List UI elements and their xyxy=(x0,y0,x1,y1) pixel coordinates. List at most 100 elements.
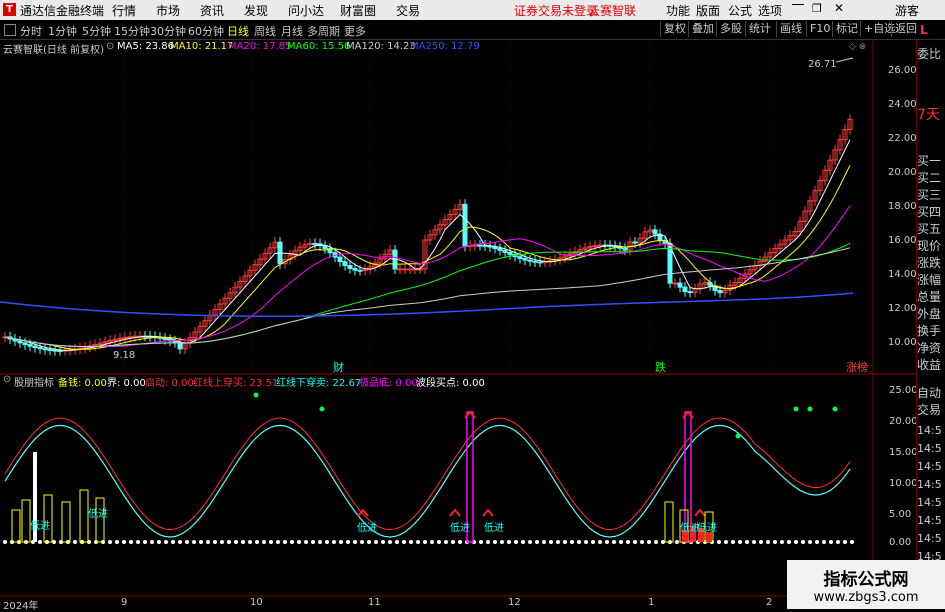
mark-button[interactable]: 标记 xyxy=(832,21,861,37)
menu-quotes[interactable]: 行情 xyxy=(112,2,136,19)
y-tick-20: 20.00 xyxy=(888,167,917,178)
adjust-button[interactable]: 复权 xyxy=(660,21,689,37)
menu-formula[interactable]: 公式 xyxy=(728,2,752,19)
period-weekly[interactable]: 周线 xyxy=(254,23,276,39)
indicator-settings-icon[interactable]: ⊙ xyxy=(3,374,11,385)
trade-time-label: 14:5 xyxy=(917,478,942,491)
trade-time-label: 14:5 xyxy=(917,442,942,455)
period-toolbar: 分时 1分钟 5分钟 15分钟 30分钟 60分钟 日线 周线 月线 多周期 更… xyxy=(0,20,945,40)
menu-layout[interactable]: 版面 xyxy=(696,2,720,19)
x-tick-2: 2 xyxy=(766,597,773,608)
menu-function[interactable]: 功能 xyxy=(666,2,690,19)
ind-y-tick-15: 15.00 xyxy=(889,447,918,458)
low-entry-label: 低进 xyxy=(30,521,50,532)
chart-canvas xyxy=(0,40,916,600)
ind-y-tick-20: 20.00 xyxy=(889,416,918,427)
menu-discover[interactable]: 发现 xyxy=(244,2,268,19)
period-5min[interactable]: 5分钟 xyxy=(82,23,111,39)
menu-ask[interactable]: 问小达 xyxy=(288,2,324,19)
indicator-title: 股朋指标 xyxy=(14,378,54,389)
ind-y-tick-5: 5.00 xyxy=(889,509,912,520)
menu-wealth[interactable]: 财富圈 xyxy=(340,2,376,19)
period-multi[interactable]: 多周期 xyxy=(307,23,340,39)
minimize-icon[interactable] xyxy=(792,4,804,5)
x-tick-12: 12 xyxy=(508,597,521,608)
restore-icon[interactable]: ❐ xyxy=(812,2,822,15)
event-label-zhangbang[interactable]: 涨榜 xyxy=(846,359,868,375)
multi-stock-button[interactable]: 多股 xyxy=(716,21,745,37)
event-label-die[interactable]: 跌 xyxy=(655,359,666,375)
f10-button[interactable]: F10 xyxy=(806,21,833,37)
ind-value-red-down: 红线下穿卖: 22.67 xyxy=(276,378,362,389)
period-monthly[interactable]: 月线 xyxy=(281,23,303,39)
quote-field-label: 涨幅 xyxy=(917,273,942,287)
ma-lines xyxy=(0,57,854,351)
seven-day-label[interactable]: 7天 xyxy=(917,104,945,124)
low-entry-label: 低进 xyxy=(697,523,717,534)
quote-field-label: 买四 xyxy=(917,205,942,219)
auto-trade-label-2[interactable]: 交易 xyxy=(917,401,945,418)
user-label[interactable]: 游客 xyxy=(895,2,919,19)
period-15min[interactable]: 15分钟 xyxy=(114,23,150,39)
quote-field-label: 涨跌 xyxy=(917,256,942,270)
event-label-cai[interactable]: 财 xyxy=(333,359,344,375)
y-tick-10: 10.00 xyxy=(888,337,917,348)
level-l-badge[interactable]: L xyxy=(920,23,945,37)
site-watermark: 指标公式网 www.zbgs3.com xyxy=(787,560,945,609)
low-entry-label: 低进 xyxy=(357,523,377,534)
stats-button[interactable]: 统计 xyxy=(745,21,774,37)
ind-y-tick-0: 0.00 xyxy=(889,537,912,548)
quote-field-label: 净资 xyxy=(917,341,942,355)
trade-time-label: 14:5 xyxy=(917,514,942,527)
low-price-marker: 9.18 xyxy=(113,350,136,361)
main-grid xyxy=(0,40,916,600)
quote-field-label: 买三 xyxy=(917,188,942,202)
quote-field-label: 现价 xyxy=(917,239,942,253)
menu-market[interactable]: 市场 xyxy=(156,2,180,19)
period-more[interactable]: 更多 xyxy=(344,23,366,39)
x-tick-10: 10 xyxy=(250,597,263,608)
overlay-button[interactable]: 叠加 xyxy=(688,21,717,37)
close-icon[interactable]: ✕ xyxy=(834,1,844,15)
ind-y-tick-10: 10.00 xyxy=(889,478,918,489)
y-tick-18: 18.00 xyxy=(888,201,917,212)
y-tick-24: 24.00 xyxy=(888,99,917,110)
y-tick-16: 16.00 xyxy=(888,235,917,246)
high-price-marker: 26.71 xyxy=(808,59,837,70)
watermark-title: 指标公式网 xyxy=(823,570,909,590)
quote-field-label: 外盘 xyxy=(917,307,942,321)
trade-time-label: 14:5 xyxy=(917,460,942,473)
x-tick-1: 1 xyxy=(648,597,655,608)
login-status[interactable]: 证券交易未登录 xyxy=(514,2,598,19)
ind-value-red-up: 红线上穿买: 23.51 xyxy=(193,378,279,389)
ind-value-qidong: 启动: 0.00 xyxy=(145,378,194,389)
period-60min[interactable]: 60分钟 xyxy=(188,23,224,39)
stock-name-label: 云赛智联 xyxy=(588,4,637,18)
ind-value-jie: 界: 0.00 xyxy=(107,378,146,389)
period-daily[interactable]: 日线 xyxy=(227,23,249,39)
draw-button[interactable]: 画线 xyxy=(776,21,805,37)
period-1min[interactable]: 1分钟 xyxy=(48,23,77,39)
period-30min[interactable]: 30分钟 xyxy=(150,23,186,39)
sidebar-toggle-icon[interactable] xyxy=(4,24,16,36)
y-tick-22: 22.00 xyxy=(888,133,917,144)
menu-trade[interactable]: 交易 xyxy=(396,2,420,19)
y-tick-26: 26.00 xyxy=(888,65,917,76)
back-button[interactable]: 返回 xyxy=(891,21,920,37)
menu-news[interactable]: 资讯 xyxy=(200,2,224,19)
period-tick[interactable]: 分时 xyxy=(20,23,42,39)
y-tick-14: 14.00 xyxy=(888,269,917,280)
title-bar: T 通达信金融终端 行情 市场 资讯 发现 问小达 财富圈 交易 证券交易未登录… xyxy=(0,0,945,20)
ind-y-tick-25: 25.00 xyxy=(889,385,918,396)
low-entry-label: 低进 xyxy=(484,523,504,534)
quote-field-label: 换手 xyxy=(917,324,942,338)
menu-options[interactable]: 选项 xyxy=(758,2,782,19)
x-tick-11: 11 xyxy=(368,597,381,608)
candlesticks xyxy=(2,114,853,356)
x-tick-2024: 2024年 xyxy=(3,601,39,612)
trade-time-label: 14:5 xyxy=(917,532,942,545)
y-tick-12: 12.00 xyxy=(888,303,917,314)
auto-trade-label-1[interactable]: 自动 xyxy=(917,384,945,401)
quote-field-label: 收益 xyxy=(917,358,942,372)
trade-time-label: 14:5 xyxy=(917,496,942,509)
